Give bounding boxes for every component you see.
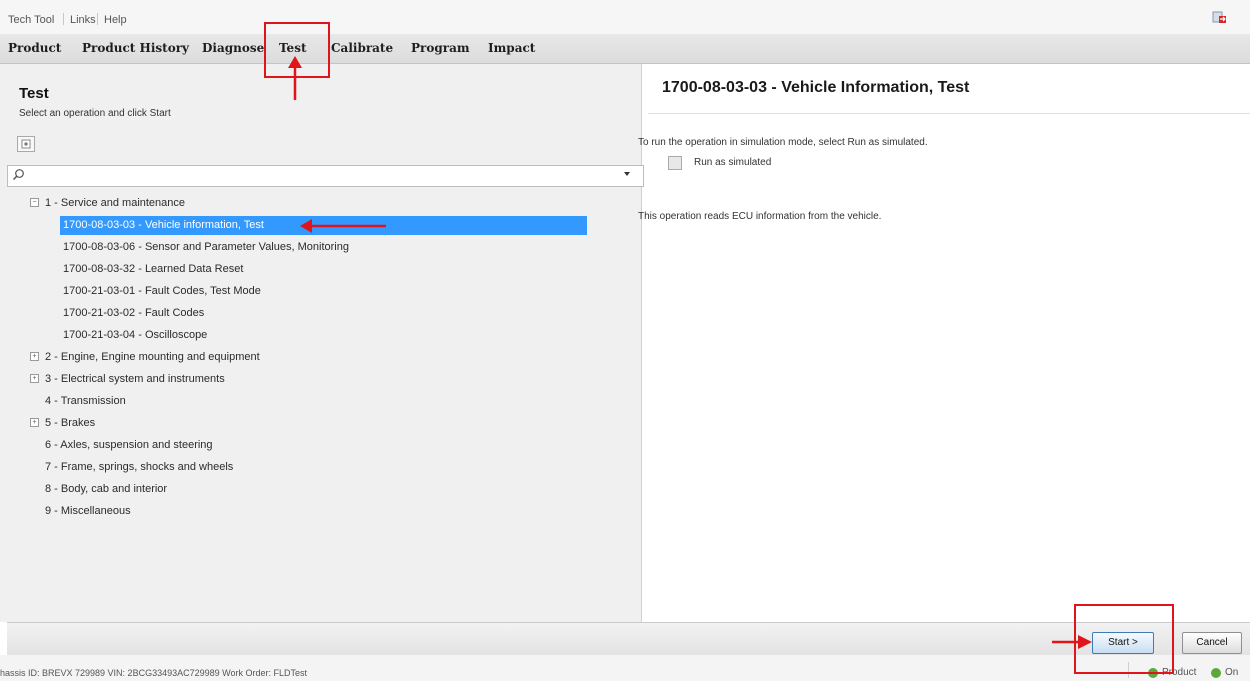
search-input[interactable]: [7, 165, 644, 187]
operation-panel: [0, 64, 642, 622]
tab-program[interactable]: Program: [411, 41, 470, 55]
tree-item-sensor-parameter-values[interactable]: 1700-08-03-06 - Sensor and Parameter Val…: [63, 240, 349, 254]
title-divider: [648, 113, 1250, 114]
simulation-instruction: To run the operation in simulation mode,…: [638, 137, 928, 148]
tree-item-vehicle-information[interactable]: 1700-08-03-03 - Vehicle information, Tes…: [63, 218, 264, 232]
menu-tech-tool[interactable]: Tech Tool: [8, 14, 54, 26]
top-menu-bar: Tech Tool Links Help: [0, 0, 1250, 34]
expand-all-icon[interactable]: [17, 136, 35, 152]
tree-node-body[interactable]: 8 - Body, cab and interior: [45, 482, 167, 496]
annotation-arrow-up-icon: [288, 56, 302, 100]
tree-node-engine[interactable]: 2 - Engine, Engine mounting and equipmen…: [45, 350, 260, 364]
tree-toggle-plus-icon[interactable]: +: [30, 352, 39, 361]
check-icon: [1211, 668, 1221, 678]
operation-description: This operation reads ECU information fro…: [638, 211, 882, 222]
search-icon: [12, 169, 24, 181]
status-online[interactable]: On: [1225, 667, 1238, 678]
tree-node-brakes[interactable]: 5 - Brakes: [45, 416, 95, 430]
menu-separator: [97, 13, 98, 25]
tree-toggle-plus-icon[interactable]: +: [30, 374, 39, 383]
cancel-button[interactable]: Cancel: [1182, 632, 1242, 654]
tree-node-frame[interactable]: 7 - Frame, springs, shocks and wheels: [45, 460, 233, 474]
tree-node-miscellaneous[interactable]: 9 - Miscellaneous: [45, 504, 131, 518]
tree-node-axles[interactable]: 6 - Axles, suspension and steering: [45, 438, 213, 452]
tree-toggle-minus-icon[interactable]: −: [30, 198, 39, 207]
tab-diagnose[interactable]: Diagnose: [202, 41, 264, 55]
run-as-simulated-checkbox[interactable]: [668, 156, 682, 170]
tree-node-transmission[interactable]: 4 - Transmission: [45, 394, 126, 408]
menu-links[interactable]: Links: [70, 14, 96, 26]
tree-node-electrical[interactable]: 3 - Electrical system and instruments: [45, 372, 225, 386]
run-as-simulated-label[interactable]: Run as simulated: [694, 157, 771, 168]
dropdown-arrow-icon[interactable]: [622, 169, 632, 179]
tree-item-oscilloscope[interactable]: 1700-21-03-04 - Oscilloscope: [63, 328, 207, 342]
panel-title: Test: [19, 85, 49, 102]
annotation-arrow-left-icon: [300, 219, 386, 233]
menu-help[interactable]: Help: [104, 14, 127, 26]
tab-product[interactable]: Product: [8, 41, 61, 55]
vehicle-info-status: hassis ID: BREVX 729989 VIN: 2BCG33493AC…: [0, 668, 307, 678]
annotation-arrow-right-icon: [1052, 635, 1092, 649]
logout-icon[interactable]: [1212, 10, 1226, 24]
tree-item-learned-data-reset[interactable]: 1700-08-03-32 - Learned Data Reset: [63, 262, 243, 276]
panel-subtitle: Select an operation and click Start: [19, 108, 171, 119]
tree-item-fault-codes[interactable]: 1700-21-03-02 - Fault Codes: [63, 306, 204, 320]
tree-node-service-maintenance[interactable]: 1 - Service and maintenance: [45, 196, 185, 210]
menu-separator: [63, 13, 64, 25]
tab-calibrate[interactable]: Calibrate: [331, 41, 393, 55]
operation-title: 1700-08-03-03 - Vehicle Information, Tes…: [662, 79, 970, 96]
tab-impact[interactable]: Impact: [488, 41, 535, 55]
tree-item-fault-codes-test-mode[interactable]: 1700-21-03-01 - Fault Codes, Test Mode: [63, 284, 261, 298]
tree-toggle-plus-icon[interactable]: +: [30, 418, 39, 427]
tab-product-history[interactable]: Product History: [82, 41, 189, 55]
